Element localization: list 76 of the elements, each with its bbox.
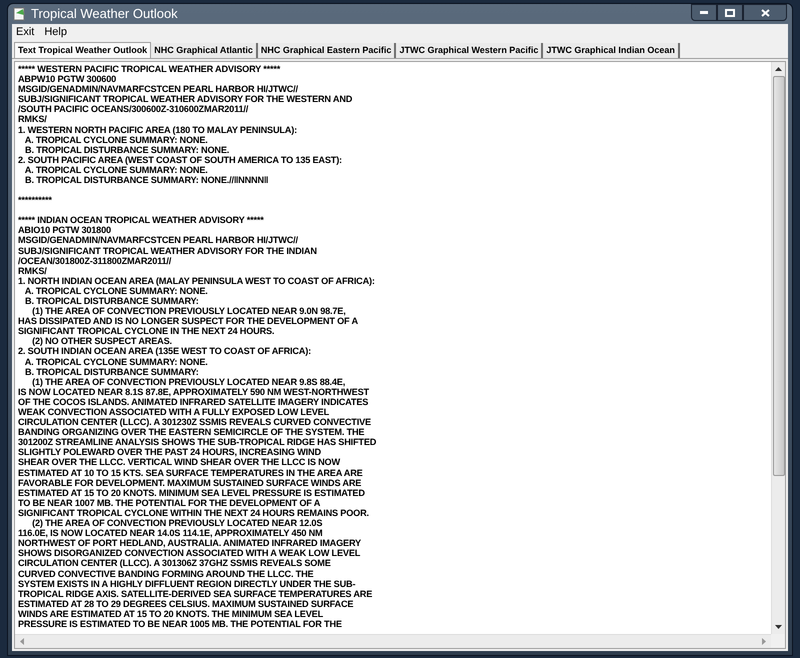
tab[interactable]: JTWC Graphical Indian Ocean bbox=[543, 43, 680, 58]
text-line: 2. SOUTH INDIAN OCEAN AREA (135E WEST TO COAST OF AFRICA): bbox=[18, 346, 311, 357]
text-line: ***** WESTERN PACIFIC TROPICAL WEATHER ADVISORY ***** bbox=[18, 64, 280, 74]
text-line: /SOUTH PACIFIC OCEANS/300600Z-310600ZMAR2011// bbox=[18, 104, 248, 114]
menu-item[interactable]: Exit bbox=[16, 24, 34, 41]
text-line: HAS DISSIPATED AND IS NO LONGER SUSPECT FOR THE DEVELOPMENT OF A bbox=[18, 316, 358, 326]
text-line: SLIGHTLY POLEWARD OVER THE PAST 24 HOURS, INCREASING WIND bbox=[18, 447, 321, 458]
scroll-thumb[interactable] bbox=[772, 76, 784, 476]
text-line: B. TROPICAL DISTURBANCE SUMMARY: NONE.//‖NNNN‖ bbox=[24, 175, 268, 186]
text-line: ESTIMATED AT 28 TO 29 DEGREES CELSIUS. MAXIMUM SUSTAINED SURFACE bbox=[18, 598, 354, 609]
tab[interactable]: NHC Graphical Eastern Pacific bbox=[258, 43, 396, 58]
text-line: OF THE COCOS ISLANDS. ANIMATED INFRARED SATELLITE IMAGERY INDICATES bbox=[18, 396, 368, 407]
text-line: B. TROPICAL DISTURBANCE SUMMARY: bbox=[24, 296, 199, 306]
text-line: B. TROPICAL DISTURBANCE SUMMARY: NONE. bbox=[24, 144, 230, 155]
text-line: BANDING ORGANIZING OVER THE EASTERN SEMICIRCLE OF THE SYSTEM. THE bbox=[18, 427, 364, 438]
text-line: 2. SOUTH PACIFIC AREA (WEST COAST OF SOUTH AMERICA TO 135 EAST): bbox=[18, 154, 342, 165]
text-line: 116.0E, IS NOW LOCATED NEAR 14.0S 114.1E, APPROXIMATELY 450 NM bbox=[18, 528, 323, 538]
text-line: RMKS/ bbox=[18, 114, 47, 125]
scroll-left-icon bbox=[20, 638, 24, 645]
app-icon bbox=[13, 7, 26, 21]
text-line: SHOWS DISORGANIZED CONVECTION ASSOCIATED WITH A WEAK LOW LEVEL bbox=[18, 548, 360, 558]
minimize-icon bbox=[700, 11, 708, 14]
close-button[interactable] bbox=[743, 4, 787, 21]
text-line: (1) THE AREA OF CONVECTION PREVIOUSLY LOCATED NEAR 9.0N 98.7E, bbox=[31, 306, 346, 316]
text-line: SHEAR OVER THE LLCC. VERTICAL WIND SHEAR OVER THE LLCC IS NOW bbox=[18, 457, 340, 468]
text-line: ESTIMATED AT 15 TO 20 KNOTS. MINIMUM SEA LEVEL PRESSURE IS ESTIMATED bbox=[18, 488, 365, 498]
text-line: 1. WESTERN NORTH PACIFIC AREA (180 TO MALAY PENINSULA): bbox=[18, 124, 297, 135]
close-icon bbox=[760, 8, 770, 16]
text-line: NORTHWEST OF PORT HEDLAND, AUSTRALIA. ANIMATED INFRARED IMAGERY bbox=[18, 538, 361, 548]
tab[interactable]: NHC Graphical Atlantic bbox=[151, 43, 258, 58]
text-line: MSGID/GENADMIN/NAVMARFCSTCEN PEARL HARBOR HI/JTWC// bbox=[18, 84, 298, 94]
text-line: (1) THE AREA OF CONVECTION PREVIOUSLY LOCATED NEAR 9.8S 88.4E, bbox=[31, 376, 346, 387]
text-line: ********** bbox=[18, 195, 52, 206]
text-line: 301200Z STREAMLINE ANALYSIS SHOWS THE SUB-TROPICAL RIDGE HAS SHIFTED bbox=[18, 437, 376, 448]
tab[interactable]: JTWC Graphical Western Pacific bbox=[396, 43, 544, 58]
text-line: SUBJ/SIGNIFICANT TROPICAL WEATHER ADVISORY FOR THE INDIAN bbox=[18, 246, 317, 256]
text-line: TO BE NEAR 1007 MB. THE POTENTIAL FOR THE DEVELOPMENT OF A bbox=[18, 498, 320, 508]
scroll-up-icon bbox=[775, 67, 782, 71]
text-line: ABPW10 PGTW 300600 bbox=[18, 74, 116, 84]
minimize-button[interactable] bbox=[691, 4, 717, 21]
text-line: SIGNIFICANT TROPICAL CYCLONE IN THE NEXT 24 HOURS. bbox=[18, 326, 274, 336]
text-line: WINDS ARE ESTIMATED AT 15 TO 20 KNOTS. THE MINIMUM SEA LEVEL bbox=[18, 608, 323, 619]
maximize-button[interactable] bbox=[717, 4, 743, 21]
text-line: (2) NO OTHER SUSPECT AREAS. bbox=[31, 336, 172, 346]
vertical-scrollbar[interactable] bbox=[771, 62, 785, 634]
text-line: TROPICAL RIDGE AXIS. SATELLITE-DERIVED SEA SURFACE TEMPERATURES ARE bbox=[18, 588, 372, 599]
text-line: CIRCULATION CENTER (LLCC). A 301306Z 37GHZ SSMIS REVEALS SOME bbox=[18, 558, 331, 568]
text-line: 1. NORTH INDIAN OCEAN AREA (MALAY PENINSULA WEST TO COAST OF AFRICA): bbox=[18, 276, 375, 286]
text-line: SYSTEM EXISTS IN A HIGHLY DIFFLUENT REGION DIRECTLY UNDER THE SUB- bbox=[18, 578, 356, 589]
text-line: ESTIMATED AT 10 TO 15 KTS. SEA SURFACE TEMPERATURES IN THE AREA ARE bbox=[18, 468, 363, 478]
text-line: WEAK CONVECTION ASSOCIATED WITH A FULLY EXPOSED LOW LEVEL bbox=[18, 407, 330, 418]
text-line: (2) THE AREA OF CONVECTION PREVIOUSLY LOCATED NEAR 12.0S bbox=[31, 518, 322, 528]
text-line: A. TROPICAL CYCLONE SUMMARY: NONE. bbox=[24, 134, 208, 145]
text-line: ABIO10 PGTW 301800 bbox=[18, 225, 111, 236]
text-line: A. TROPICAL CYCLONE SUMMARY: NONE. bbox=[24, 164, 208, 176]
text-line: A. TROPICAL CYCLONE SUMMARY: NONE. bbox=[24, 286, 208, 296]
text-line: ***** INDIAN OCEAN TROPICAL WEATHER ADVISORY ***** bbox=[18, 215, 264, 226]
text-line: A. TROPICAL CYCLONE SUMMARY: NONE. bbox=[24, 356, 208, 367]
text-line: MSGID/GENADMIN/NAVMARFCSTCEN PEARL HARBOR HI/JTWC// bbox=[18, 235, 298, 246]
text-line: IS NOW LOCATED NEAR 8.1S 87.8E, APPROXIMATELY 590 NM WEST-NORTHWEST bbox=[18, 386, 369, 397]
horizontal-scrollbar[interactable] bbox=[15, 634, 771, 648]
text-line: CIRCULATION CENTER (LLCC). A 301230Z SSMIS REVEALS CURVED CONVECTIVE bbox=[18, 417, 371, 428]
text-line: B. TROPICAL DISTURBANCE SUMMARY: bbox=[24, 366, 199, 377]
menu-item[interactable]: Help bbox=[44, 24, 67, 41]
text-line: SUBJ/SIGNIFICANT TROPICAL WEATHER ADVISORY FOR THE WESTERN AND bbox=[18, 94, 352, 104]
text-line: FAVORABLE FOR DEVELOPMENT. MAXIMUM SUSTAINED SURFACE WINDS ARE bbox=[18, 478, 362, 488]
window-title: Tropical Weather Outlook bbox=[31, 5, 179, 24]
text-line: PRESSURE IS ESTIMATED TO BE NEAR 1005 MB. THE POTENTIAL FOR THE bbox=[18, 618, 342, 630]
text-line: CURVED CONVECTIVE BANDING FORMING AROUND THE LLCC. THE bbox=[18, 568, 314, 579]
scroll-down-icon bbox=[775, 625, 782, 629]
tab[interactable]: Text Tropical Weather Outlook bbox=[14, 42, 152, 58]
scroll-right-icon bbox=[762, 638, 766, 645]
text-line: /OCEAN/301800Z-311800ZMAR2011// bbox=[18, 256, 172, 266]
text-line: SIGNIFICANT TROPICAL CYCLONE WITHIN THE NEXT 24 HOURS REMAINS POOR. bbox=[18, 508, 369, 518]
text-line: RMKS/ bbox=[18, 266, 47, 276]
maximize-icon bbox=[725, 8, 735, 16]
